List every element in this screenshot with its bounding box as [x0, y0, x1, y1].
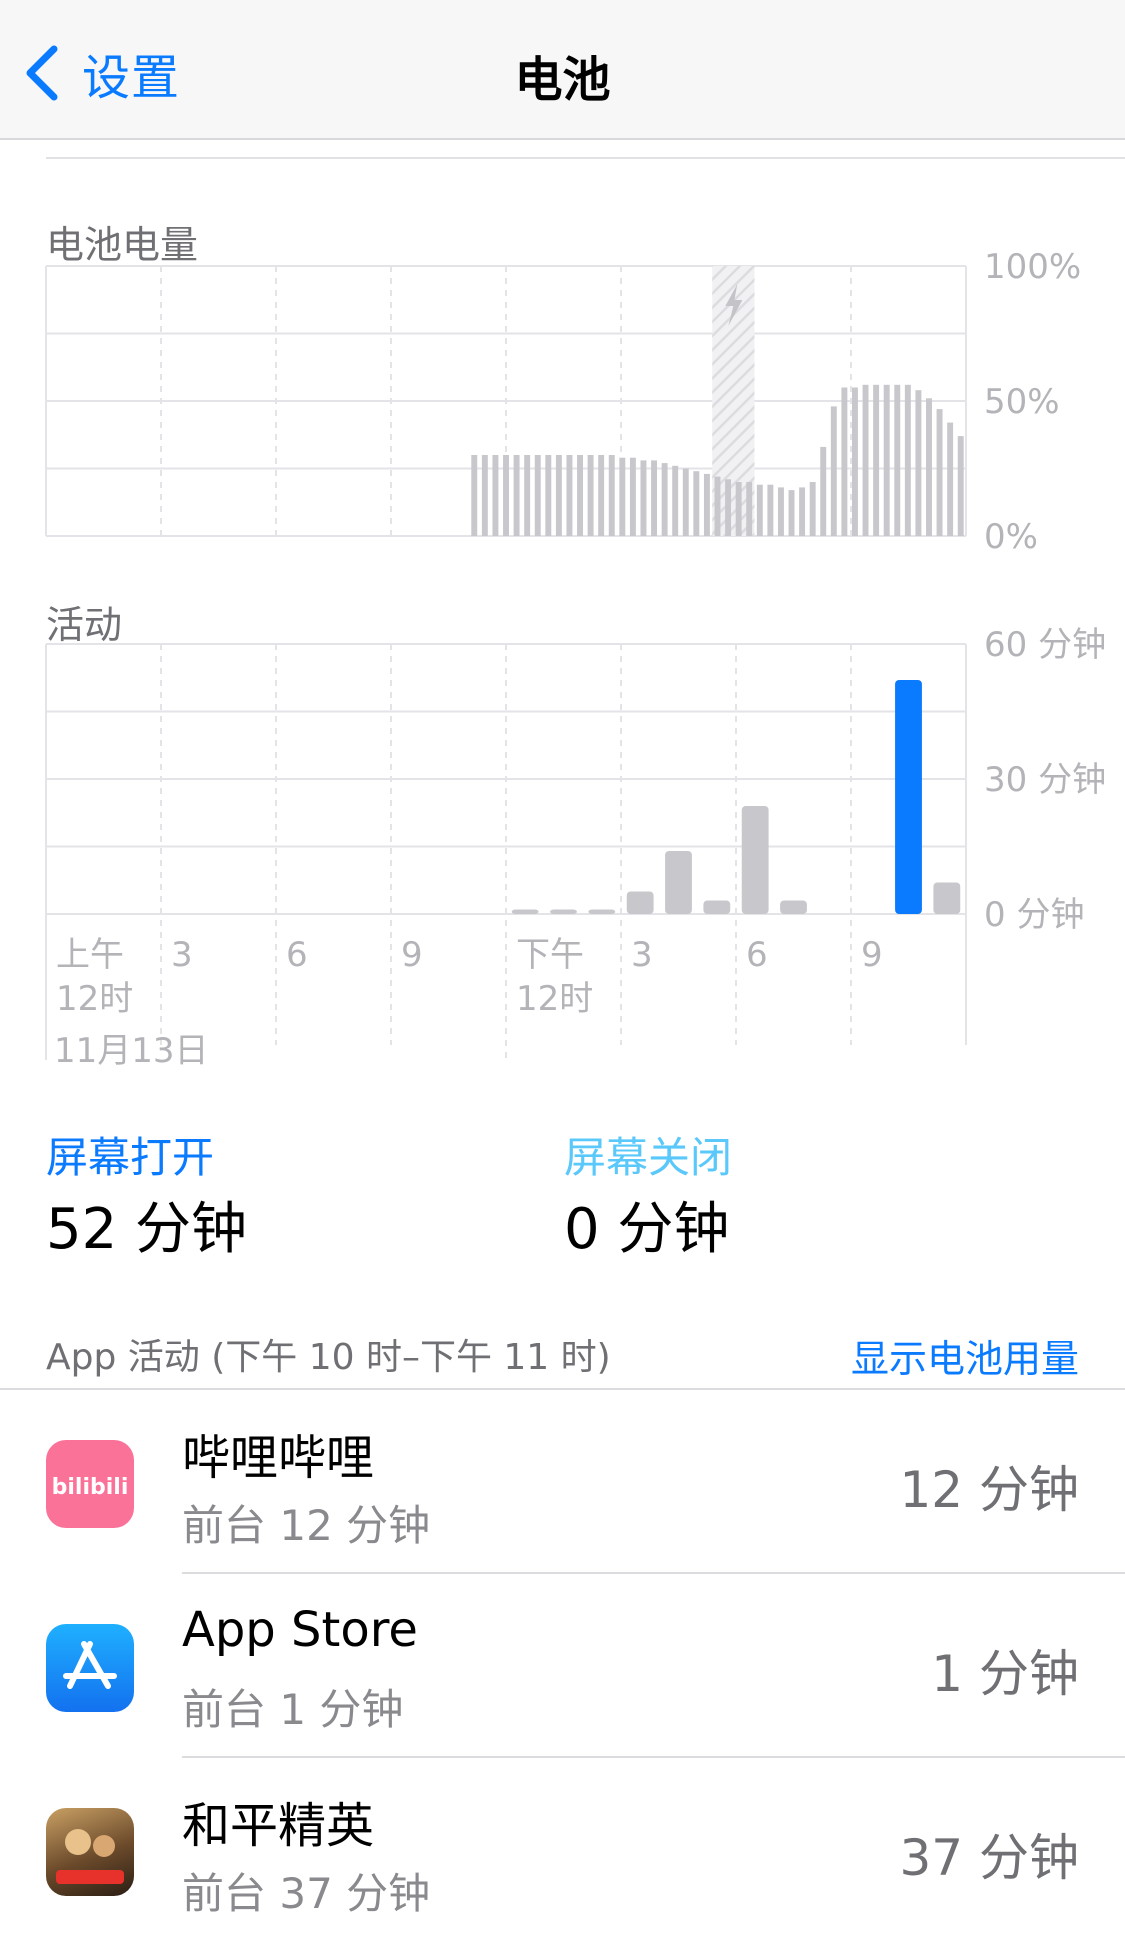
x-tick-label: 12时	[56, 979, 133, 1019]
screen-on-label: 屏幕打开	[46, 1133, 215, 1182]
x-tick-label: 12时	[516, 979, 593, 1019]
activity-bar-screen-on	[895, 680, 922, 914]
app-name: App Store	[182, 1602, 418, 1658]
x-tick-label: 6	[286, 935, 308, 975]
app-foreground-time: 前台 1 分钟	[182, 1685, 404, 1734]
activity-bar-grey	[626, 891, 654, 914]
x-tick-label: 6	[746, 935, 768, 975]
date-label: 11月13日	[54, 1031, 209, 1071]
activity-bar-grey	[780, 900, 807, 914]
show-battery-usage-button[interactable]: 显示电池用量	[851, 1328, 1079, 1383]
app-row-peacekeeper-elite[interactable]: 和平精英 前台 37 分钟 37 分钟	[0, 1758, 1125, 1940]
activity-bar-grey	[665, 851, 692, 914]
app-usage-time: 37 分钟	[899, 1829, 1079, 1887]
screen-off-value: 0 分钟	[564, 1197, 730, 1262]
activity-bar-grey	[511, 909, 539, 914]
activity-bar-grey	[703, 900, 731, 914]
bilibili-icon: bilibili	[46, 1440, 134, 1528]
x-tick-label: 9	[861, 935, 883, 975]
activity-chart: 60 分钟30 分钟0 分钟上午12时3 6 9 下午12时3 6 911月13日	[45, 625, 1106, 1071]
x-tick-label: 9	[401, 935, 423, 975]
app-row-app-store[interactable]: App Store 前台 1 分钟 1 分钟	[0, 1574, 1125, 1756]
x-tick-label: 上午	[56, 935, 124, 975]
app-usage-time: 12 分钟	[899, 1461, 1079, 1519]
app-activity-header: App 活动 (下午 10 时–下午 11 时)	[46, 1337, 611, 1378]
screen-on-value: 52 分钟	[46, 1197, 248, 1262]
app-usage-time: 1 分钟	[931, 1645, 1079, 1703]
app-name: 哔哩哔哩	[182, 1430, 375, 1486]
peacekeeper-elite-icon	[46, 1808, 134, 1896]
activity-bar-grey	[550, 909, 577, 914]
app-foreground-time: 前台 37 分钟	[182, 1869, 431, 1918]
app-row-bilibili[interactable]: bilibili 哔哩哔哩 前台 12 分钟 12 分钟	[0, 1390, 1125, 1572]
activity-bar-grey	[741, 806, 769, 914]
y-tick-label: 0 分钟	[984, 895, 1084, 935]
app-name: 和平精英	[182, 1798, 375, 1854]
x-tick-label: 3	[171, 935, 193, 975]
app-store-icon	[46, 1624, 134, 1712]
screen-off-label: 屏幕关闭	[564, 1133, 733, 1182]
y-tick-label: 30 分钟	[984, 760, 1106, 800]
svg-text:bilibili: bilibili	[52, 1475, 129, 1500]
activity-bar-grey	[933, 882, 961, 914]
x-tick-label: 下午	[516, 935, 584, 975]
x-tick-label: 3	[631, 935, 653, 975]
y-tick-label: 60 分钟	[984, 625, 1106, 665]
activity-bar-grey	[588, 909, 616, 914]
app-foreground-time: 前台 12 分钟	[182, 1501, 431, 1550]
